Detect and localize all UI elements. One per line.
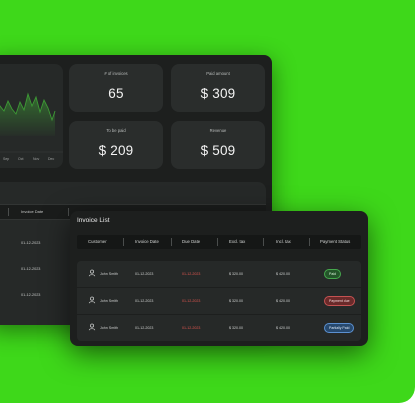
table-row[interactable]: John Smith 01-12-2023 01-12-2023 $ 320.0…	[77, 288, 361, 314]
chart-tick-label: Nov	[33, 157, 39, 161]
invoice-list-panel: Invoice List Customer Invoice Date Due D…	[70, 211, 368, 346]
area-chart: Sep Oct Nov Dec	[0, 92, 63, 161]
stat-card-paid-amount: Paid amount $ 309	[171, 64, 265, 112]
invoice-date-cell: 01-12-2023	[21, 241, 41, 245]
user-icon	[88, 296, 96, 304]
invoice-date-cell: 01-12-2023	[135, 326, 154, 330]
status-badge-paid[interactable]: Paid	[324, 269, 342, 279]
column-header-invoice-date[interactable]: Invoice Date	[135, 239, 159, 244]
stat-label: Paid amount	[206, 71, 230, 76]
column-header-excl-tax[interactable]: Excl. tax	[229, 239, 245, 244]
stat-card-to-be-paid: To be paid $ 209	[69, 121, 163, 169]
due-date-cell: 01-12-2023	[182, 272, 201, 276]
column-header-payment-status[interactable]: Payment Status	[320, 239, 350, 244]
column-header-invoice-date: Invoice Date	[21, 209, 44, 214]
user-icon	[88, 323, 96, 331]
invoice-date-cell: 01-12-2023	[21, 267, 41, 271]
stat-label: To be paid	[106, 128, 126, 133]
stat-card-revenue: Revenue $ 509	[171, 121, 265, 169]
panel-title: Invoice List	[77, 217, 110, 224]
excl-tax-cell: $ 320.00	[229, 326, 243, 330]
stat-label: Revenue	[209, 128, 227, 133]
chart-tick-label: Dec	[48, 157, 54, 161]
excl-tax-cell: $ 320.00	[229, 299, 243, 303]
customer-cell: John Smith	[100, 299, 118, 303]
stat-value: $ 509	[200, 143, 236, 158]
revenue-chart-card: Sep Oct Nov Dec	[0, 64, 63, 168]
invoice-date-cell: 01-12-2023	[135, 272, 154, 276]
column-header-customer[interactable]: Customer	[88, 239, 107, 244]
stat-value: $ 209	[98, 143, 134, 158]
green-background: Sep Oct Nov Dec # of invoices 65 Paid am…	[0, 0, 415, 403]
status-badge-partially-paid[interactable]: Partially Paid	[324, 323, 355, 333]
chart-tick-label: Oct	[18, 157, 23, 161]
incl-tax-cell: $ 420.00	[276, 272, 290, 276]
stat-value: $ 309	[200, 86, 236, 101]
column-header-due-date[interactable]: Due Date	[182, 239, 200, 244]
stat-card-invoices: # of invoices 65	[69, 64, 163, 112]
chart-area	[0, 94, 55, 136]
stat-value: 65	[108, 86, 124, 101]
stat-label: # of invoices	[104, 71, 128, 76]
incl-tax-cell: $ 420.00	[276, 299, 290, 303]
incl-tax-cell: $ 420.00	[276, 326, 290, 330]
invoice-table-body: John Smith 01-12-2023 01-12-2023 $ 320.0…	[77, 261, 361, 341]
invoice-date-cell: 01-12-2023	[21, 293, 41, 297]
customer-cell: John Smith	[100, 272, 118, 276]
table-row[interactable]: John Smith 01-12-2023 01-12-2023 $ 320.0…	[77, 261, 361, 287]
customer-cell: John Smith	[100, 326, 118, 330]
due-date-cell: 01-12-2023	[182, 326, 201, 330]
invoice-date-cell: 01-12-2023	[135, 299, 154, 303]
invoice-table-header: Customer Invoice Date Due Date Excl. tax…	[77, 235, 361, 249]
due-date-cell: 01-12-2023	[182, 299, 201, 303]
user-icon	[88, 269, 96, 277]
column-header-incl-tax[interactable]: Incl. tax	[276, 239, 291, 244]
excl-tax-cell: $ 320.00	[229, 272, 243, 276]
table-row[interactable]: John Smith 01-12-2023 01-12-2023 $ 320.0…	[77, 315, 361, 341]
status-badge-payment-due[interactable]: Payment due	[324, 296, 355, 306]
chart-tick-label: Sep	[3, 157, 9, 161]
